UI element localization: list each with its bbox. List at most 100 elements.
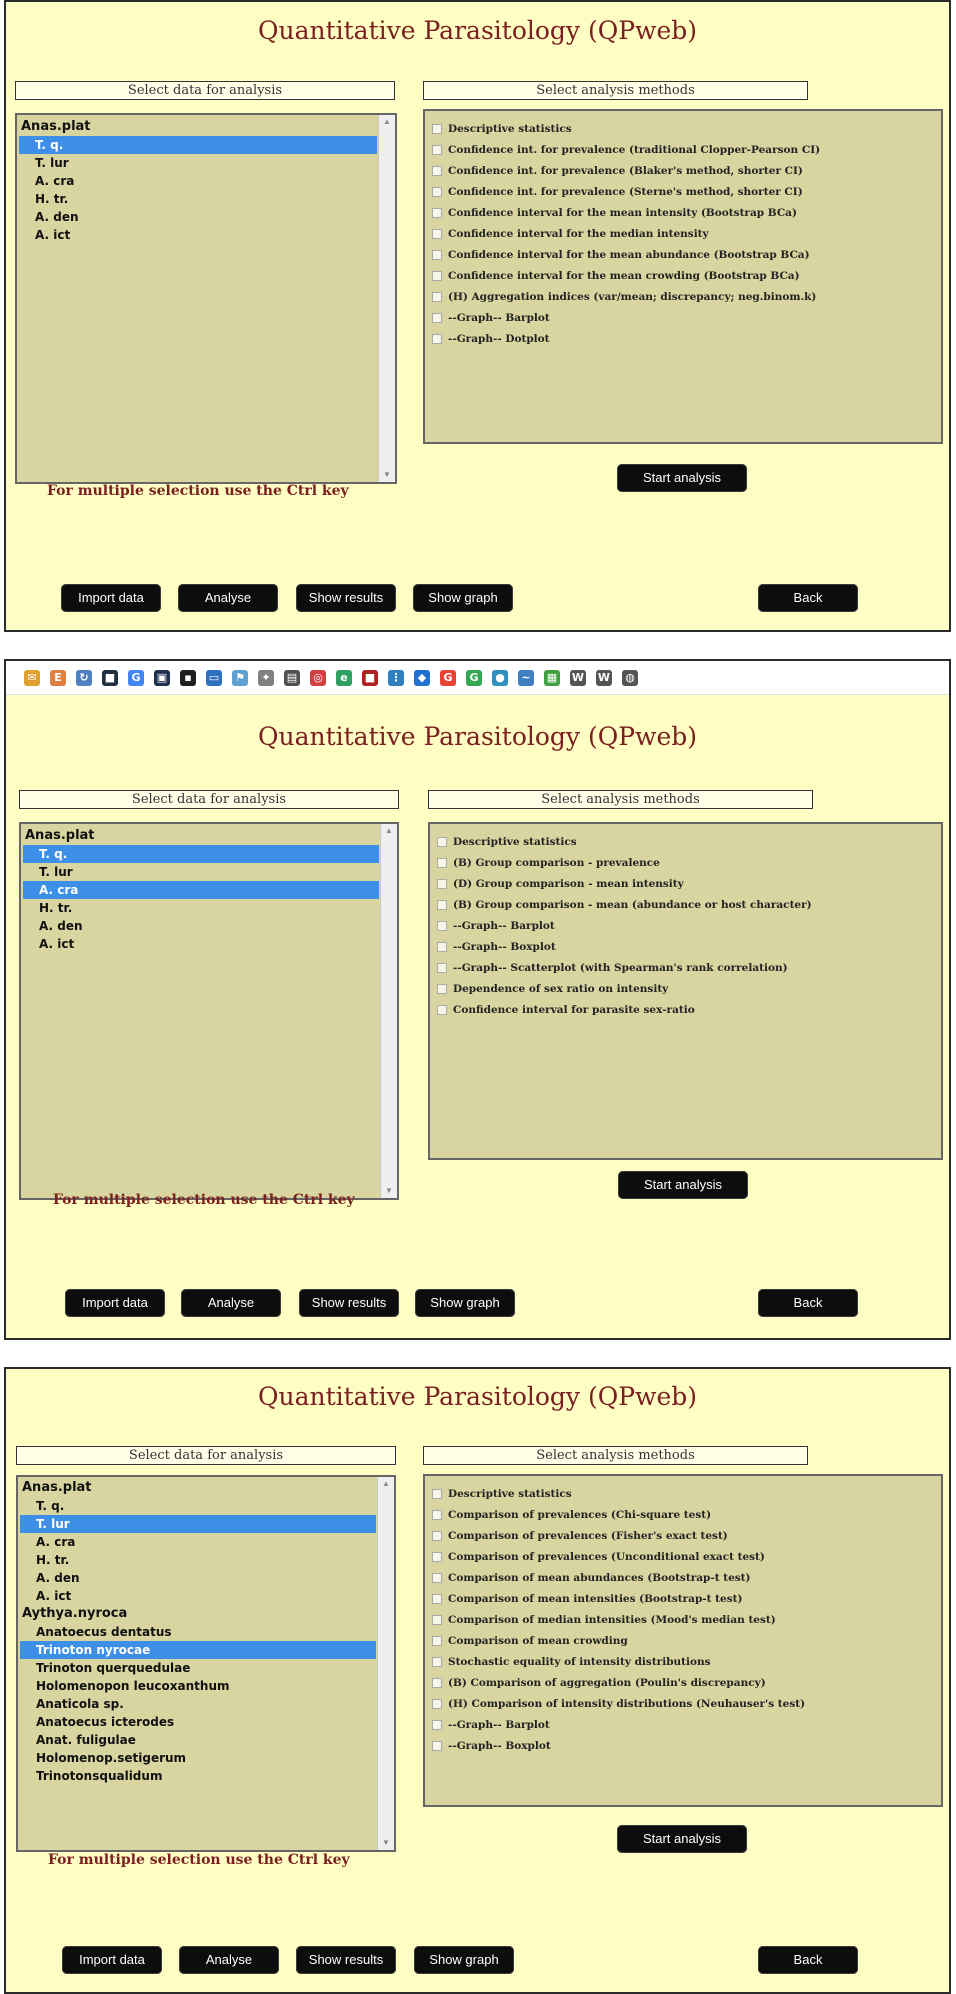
method-checkbox[interactable] xyxy=(432,1593,442,1604)
list-group-header[interactable]: Anas.plat xyxy=(23,827,379,845)
list-item[interactable]: Trinoton querquedulae xyxy=(20,1659,376,1677)
list-item[interactable]: T. lur xyxy=(23,863,379,881)
import-data-button[interactable]: Import data xyxy=(62,1946,162,1974)
method-option[interactable]: Confidence interval for the mean crowdin… xyxy=(432,265,935,286)
google-icon[interactable]: G xyxy=(466,669,482,686)
refresh-icon[interactable]: ↻ xyxy=(76,669,92,686)
method-checkbox[interactable] xyxy=(437,899,447,910)
list-item[interactable]: A. den xyxy=(19,208,377,226)
method-checkbox[interactable] xyxy=(437,836,447,847)
list-item[interactable]: T. q. xyxy=(23,845,379,863)
import-data-button[interactable]: Import data xyxy=(61,584,161,612)
method-checkbox[interactable] xyxy=(432,312,442,323)
method-option[interactable]: (B) Group comparison - mean (abundance o… xyxy=(437,894,935,915)
list-item[interactable]: Trinotonsqualidum xyxy=(20,1767,376,1785)
globe-icon[interactable]: ◍ xyxy=(622,669,638,686)
method-option[interactable]: Descriptive statistics xyxy=(432,118,935,139)
list-item[interactable]: Trinoton nyrocae xyxy=(20,1641,376,1659)
method-option[interactable]: --Graph-- Boxplot xyxy=(437,936,935,957)
start-analysis-button[interactable]: Start analysis xyxy=(617,464,747,492)
method-checkbox[interactable] xyxy=(437,920,447,931)
method-option[interactable]: Comparison of prevalences (Fisher's exac… xyxy=(432,1525,935,1546)
data-listbox[interactable]: Anas.plat T. q. T. lur A. cra H. tr. A. den A.… xyxy=(16,1475,396,1852)
method-checkbox[interactable] xyxy=(432,1509,442,1520)
google-icon[interactable]: G xyxy=(440,669,456,686)
list-item[interactable]: Anatoecus icterodes xyxy=(20,1713,376,1731)
method-option[interactable]: Confidence int. for prevalence (Blaker's… xyxy=(432,160,935,181)
method-checkbox[interactable] xyxy=(437,941,447,952)
back-button[interactable]: Back xyxy=(758,1289,858,1317)
method-checkbox[interactable] xyxy=(432,249,442,260)
method-checkbox[interactable] xyxy=(432,291,442,302)
show-graph-button[interactable]: Show graph xyxy=(415,1289,515,1317)
list-item[interactable]: A. cra xyxy=(20,1533,376,1551)
method-checkbox[interactable] xyxy=(432,1551,442,1562)
method-checkbox[interactable] xyxy=(432,228,442,239)
method-checkbox[interactable] xyxy=(432,333,442,344)
data-listbox[interactable]: Anas.plat T. q. T. lur A. cra H. tr. A. den A.… xyxy=(15,113,397,484)
show-results-button[interactable]: Show results xyxy=(296,1946,396,1974)
wikipedia-icon[interactable]: W xyxy=(596,669,612,686)
list-item[interactable]: A. ict xyxy=(23,935,379,953)
method-checkbox[interactable] xyxy=(432,144,442,155)
method-checkbox[interactable] xyxy=(432,1656,442,1667)
wikipedia-icon[interactable]: W xyxy=(570,669,586,686)
list-item[interactable]: H. tr. xyxy=(23,899,379,917)
method-checkbox[interactable] xyxy=(432,1635,442,1646)
back-button[interactable]: Back xyxy=(758,584,858,612)
list-item[interactable]: Holomenop.setigerum xyxy=(20,1749,376,1767)
envelope-icon[interactable]: ✉ xyxy=(24,669,40,686)
method-option[interactable]: --Graph-- Barplot xyxy=(432,307,935,328)
method-option[interactable]: Confidence interval for the mean intensi… xyxy=(432,202,935,223)
list-item[interactable]: A. cra xyxy=(19,172,377,190)
method-option[interactable]: (H) Aggregation indices (var/mean; discr… xyxy=(432,286,935,307)
method-checkbox[interactable] xyxy=(432,1572,442,1583)
method-option[interactable]: Comparison of mean crowding xyxy=(432,1630,935,1651)
method-option[interactable]: Descriptive statistics xyxy=(432,1483,935,1504)
method-checkbox[interactable] xyxy=(432,1677,442,1688)
scroll-up-icon[interactable]: ▲ xyxy=(379,115,395,129)
list-group-header[interactable]: Aythya.nyroca xyxy=(20,1605,376,1623)
data-listbox[interactable]: Anas.plat T. q. T. lur A. cra H. tr. A. den A.… xyxy=(19,822,399,1200)
method-option[interactable]: Confidence interval for the median inten… xyxy=(432,223,935,244)
scroll-up-icon[interactable]: ▲ xyxy=(378,1477,394,1491)
list-group-header[interactable]: Anas.plat xyxy=(20,1479,376,1497)
blue-window-icon[interactable]: ▭ xyxy=(206,669,222,686)
black-box-icon[interactable]: ▪ xyxy=(180,669,196,686)
wave-icon[interactable]: ~ xyxy=(518,669,534,686)
scrollbar[interactable]: ▲ ▼ xyxy=(380,824,397,1198)
show-graph-button[interactable]: Show graph xyxy=(413,584,513,612)
method-checkbox[interactable] xyxy=(437,962,447,973)
scroll-up-icon[interactable]: ▲ xyxy=(381,824,397,838)
list-item[interactable]: A. cra xyxy=(23,881,379,899)
method-option[interactable]: Comparison of mean intensities (Bootstra… xyxy=(432,1588,935,1609)
method-option[interactable]: Stochastic equality of intensity distrib… xyxy=(432,1651,935,1672)
flag-icon[interactable]: ⚑ xyxy=(232,669,248,686)
method-option[interactable]: Descriptive statistics xyxy=(437,831,935,852)
scroll-down-icon[interactable]: ▼ xyxy=(379,468,395,482)
list-item[interactable]: T. q. xyxy=(19,136,377,154)
start-analysis-button[interactable]: Start analysis xyxy=(618,1171,748,1199)
method-checkbox[interactable] xyxy=(432,123,442,134)
method-option[interactable]: --Graph-- Boxplot xyxy=(432,1735,935,1756)
method-option[interactable]: Comparison of mean abundances (Bootstrap… xyxy=(432,1567,935,1588)
grid-icon[interactable]: ⋮ xyxy=(388,669,404,686)
method-option[interactable]: --Graph-- Scatterplot (with Spearman's r… xyxy=(437,957,935,978)
method-option[interactable]: --Graph-- Dotplot xyxy=(432,328,935,349)
method-checkbox[interactable] xyxy=(432,165,442,176)
analyse-button[interactable]: Analyse xyxy=(179,1946,279,1974)
method-checkbox[interactable] xyxy=(432,1614,442,1625)
list-item[interactable]: H. tr. xyxy=(19,190,377,208)
scroll-down-icon[interactable]: ▼ xyxy=(381,1184,397,1198)
method-option[interactable]: Confidence int. for prevalence (Sterne's… xyxy=(432,181,935,202)
colorful-square-icon[interactable]: ▦ xyxy=(544,669,560,686)
target-icon[interactable]: ◎ xyxy=(310,669,326,686)
method-checkbox[interactable] xyxy=(437,983,447,994)
method-option[interactable]: (B) Comparison of aggregation (Poulin's … xyxy=(432,1672,935,1693)
method-checkbox[interactable] xyxy=(437,878,447,889)
method-option[interactable]: Confidence interval for parasite sex-rat… xyxy=(437,999,935,1020)
method-option[interactable]: --Graph-- Barplot xyxy=(432,1714,935,1735)
method-option[interactable]: (B) Group comparison - prevalence xyxy=(437,852,935,873)
method-option[interactable]: Comparison of median intensities (Mood's… xyxy=(432,1609,935,1630)
list-item[interactable]: Anat. fuligulae xyxy=(20,1731,376,1749)
